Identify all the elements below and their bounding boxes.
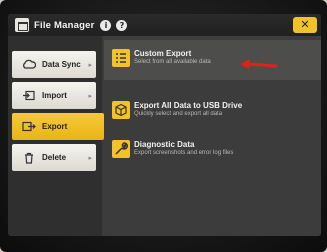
sidebar: Data Sync ▸ Import ▸ Export Delete ▸: [8, 36, 110, 236]
sidebar-item-import[interactable]: Import ▸: [12, 82, 96, 109]
sidebar-item-label: Delete: [42, 153, 67, 162]
help-icon[interactable]: ?: [116, 19, 128, 31]
option-diagnostic-data[interactable]: Diagnostic Data Export screenshots and e…: [104, 131, 321, 171]
sidebar-item-data-sync[interactable]: Data Sync ▸: [12, 51, 96, 78]
option-subtitle: Export screenshots and error log files: [134, 150, 234, 156]
export-icon: [22, 121, 36, 133]
sidebar-item-label: Import: [42, 91, 67, 100]
sidebar-item-label: Data Sync: [42, 60, 81, 69]
trash-icon: [22, 152, 36, 164]
window-title: File Manager: [34, 19, 95, 31]
chevron-right-icon: ▸: [88, 60, 92, 69]
option-export-all-usb[interactable]: Export All Data to USB Drive Quickly sel…: [104, 92, 321, 132]
sidebar-item-label: Export: [42, 122, 68, 131]
option-subtitle: Select from all available data: [134, 59, 211, 65]
sidebar-item-delete[interactable]: Delete ▸: [12, 144, 96, 171]
content-panel: Custom Export Select from all available …: [104, 36, 321, 236]
title-bar: File Manager i ? ✕: [8, 14, 321, 36]
chevron-right-icon: ▸: [88, 153, 92, 162]
option-custom-export[interactable]: Custom Export Select from all available …: [104, 40, 321, 80]
info-icon[interactable]: i: [100, 19, 112, 31]
option-title: Export All Data to USB Drive: [134, 101, 243, 110]
wrench-icon: [112, 140, 130, 158]
display-screen: File Manager i ? ✕ Data Sync ▸ Import ▸ …: [8, 14, 321, 236]
chevron-right-icon: ▸: [88, 91, 92, 100]
option-title: Diagnostic Data: [134, 140, 195, 149]
option-title: Custom Export: [134, 49, 192, 58]
annotation-arrow-icon: [240, 59, 278, 69]
close-button[interactable]: ✕: [293, 17, 317, 33]
cloud-sync-icon: [22, 59, 36, 71]
import-icon: [22, 90, 36, 102]
option-subtitle: Quickly select and export all data: [134, 111, 223, 117]
folder-icon: [15, 18, 29, 32]
usb-export-icon: [112, 101, 130, 119]
checklist-icon: [112, 49, 130, 67]
sidebar-item-export[interactable]: Export: [12, 113, 110, 140]
